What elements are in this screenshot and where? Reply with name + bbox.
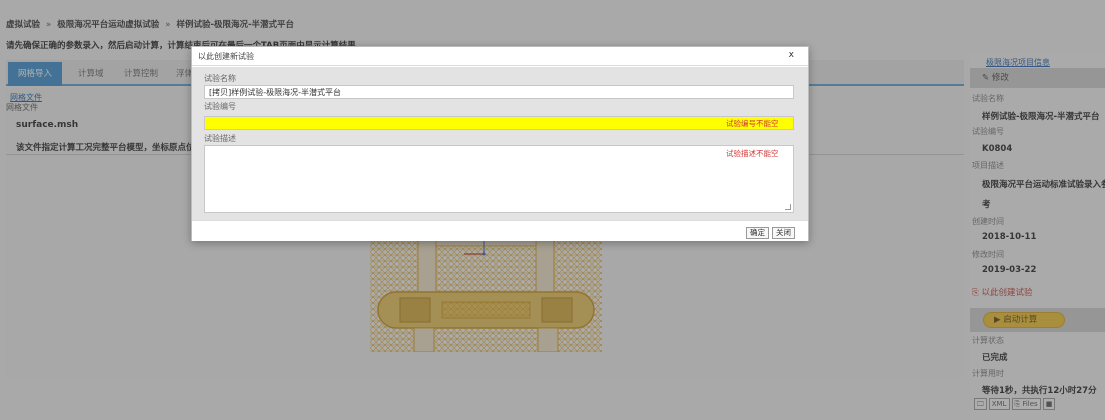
- description-field-label: 试验描述: [204, 134, 236, 143]
- id-field[interactable]: [204, 116, 794, 130]
- resize-grip-icon[interactable]: [785, 204, 791, 210]
- id-field-label: 试验编号: [204, 102, 236, 111]
- dialog-title: 以此创建新试验: [198, 52, 254, 61]
- create-experiment-dialog: 以此创建新试验 x 试验名称 试验编号 试验编号不能空 试验描述 试验描述不能空…: [191, 46, 809, 241]
- name-field[interactable]: [204, 85, 794, 99]
- dialog-footer: 确定 关闭: [192, 220, 808, 241]
- close-button[interactable]: 关闭: [772, 227, 795, 239]
- dialog-header: 以此创建新试验 x: [192, 47, 808, 66]
- dialog-body: 试验名称 试验编号 试验编号不能空 试验描述 试验描述不能空: [192, 67, 808, 220]
- description-error-message: 试验描述不能空: [726, 149, 779, 158]
- id-error-message: 试验编号不能空: [726, 119, 779, 128]
- name-field-label: 试验名称: [204, 74, 236, 83]
- confirm-button[interactable]: 确定: [746, 227, 769, 239]
- description-field[interactable]: [204, 145, 794, 213]
- close-icon[interactable]: x: [789, 50, 794, 60]
